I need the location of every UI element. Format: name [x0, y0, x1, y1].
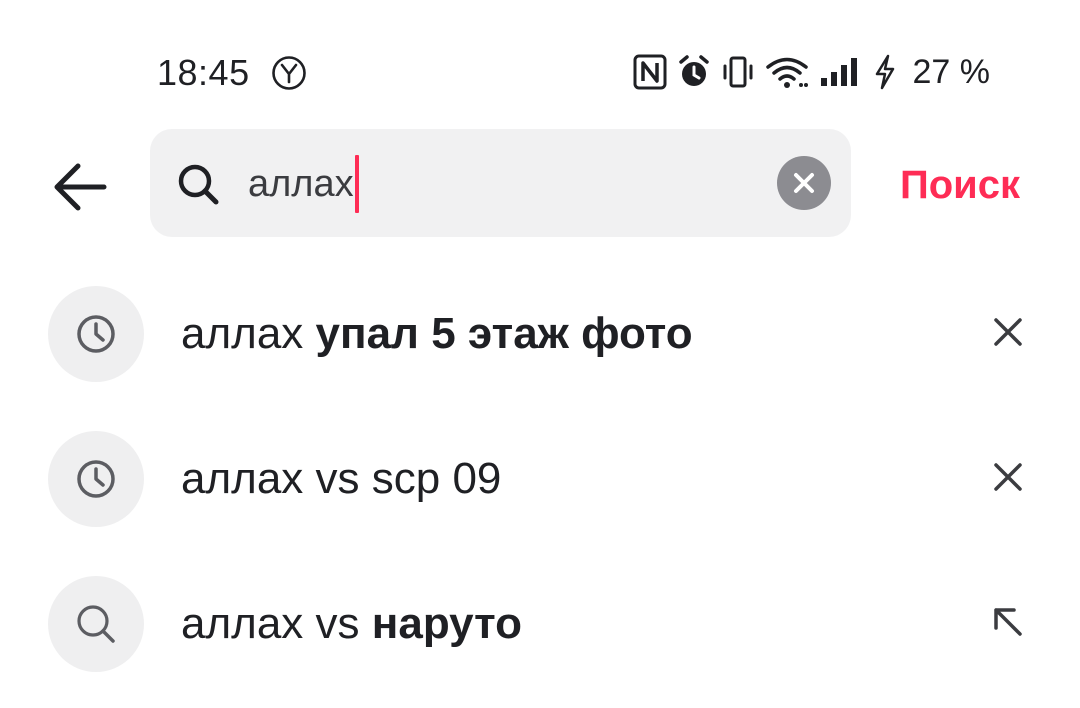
fill-arrow-icon: [994, 608, 1022, 636]
search-query-text: аллах: [248, 163, 354, 205]
suggestion-prefix: аллах: [181, 309, 304, 358]
search-submit-button[interactable]: Поиск: [900, 157, 1020, 213]
remove-x-icon: [994, 318, 1022, 346]
search-input[interactable]: аллах: [248, 155, 359, 213]
suggestion-text: аллах упал 5 этаж фото: [181, 306, 693, 362]
remove-suggestion-button[interactable]: [978, 447, 1038, 507]
remove-suggestion-button[interactable]: [978, 302, 1038, 362]
clear-button[interactable]: [777, 156, 831, 210]
alarm-icon: [678, 55, 709, 86]
fill-query-button[interactable]: [978, 592, 1038, 652]
search-icon: [48, 576, 144, 672]
suggestion-completion: наруто: [371, 599, 522, 648]
yandex-y-icon: [272, 56, 306, 90]
status-icons: 27 %: [633, 50, 991, 94]
back-button[interactable]: [48, 155, 112, 219]
suggestion-prefix: аллах: [181, 454, 304, 503]
history-clock-icon: [48, 431, 144, 527]
charging-bolt-icon: [875, 54, 894, 90]
suggestion-middle: vs: [315, 599, 360, 648]
suggestion-item-3[interactable]: аллах vs наруто: [0, 563, 1080, 683]
arrow-left-icon: [54, 163, 107, 211]
suggestion-completion: упал 5 этаж фото: [315, 309, 693, 358]
nfc-icon: [633, 54, 666, 90]
suggestion-completion: vs scp 09: [315, 454, 502, 503]
wifi-icon: [765, 57, 808, 88]
suggestion-prefix: аллах: [181, 599, 304, 648]
suggestion-item-2[interactable]: аллах vs scp 09: [0, 418, 1080, 538]
text-cursor: [354, 155, 359, 213]
suggestion-text: аллах vs scp 09: [181, 451, 501, 507]
search-box[interactable]: аллах: [150, 129, 851, 237]
status-bar: 18:45 27 %: [0, 0, 1080, 110]
remove-x-icon: [994, 463, 1022, 491]
signal-icon: [820, 58, 857, 86]
clear-icon: [794, 173, 814, 193]
search-screen: 18:45 27 % аллах Поиск аллах упал 5 этаж…: [0, 0, 1080, 708]
search-icon: [176, 162, 220, 206]
status-time: 18:45: [157, 52, 250, 93]
battery-percent: 27 %: [912, 52, 991, 91]
history-clock-icon: [48, 286, 144, 382]
suggestion-text: аллах vs наруто: [181, 596, 522, 652]
vibrate-icon: [723, 56, 752, 88]
suggestion-item-1[interactable]: аллах упал 5 этаж фото: [0, 273, 1080, 393]
